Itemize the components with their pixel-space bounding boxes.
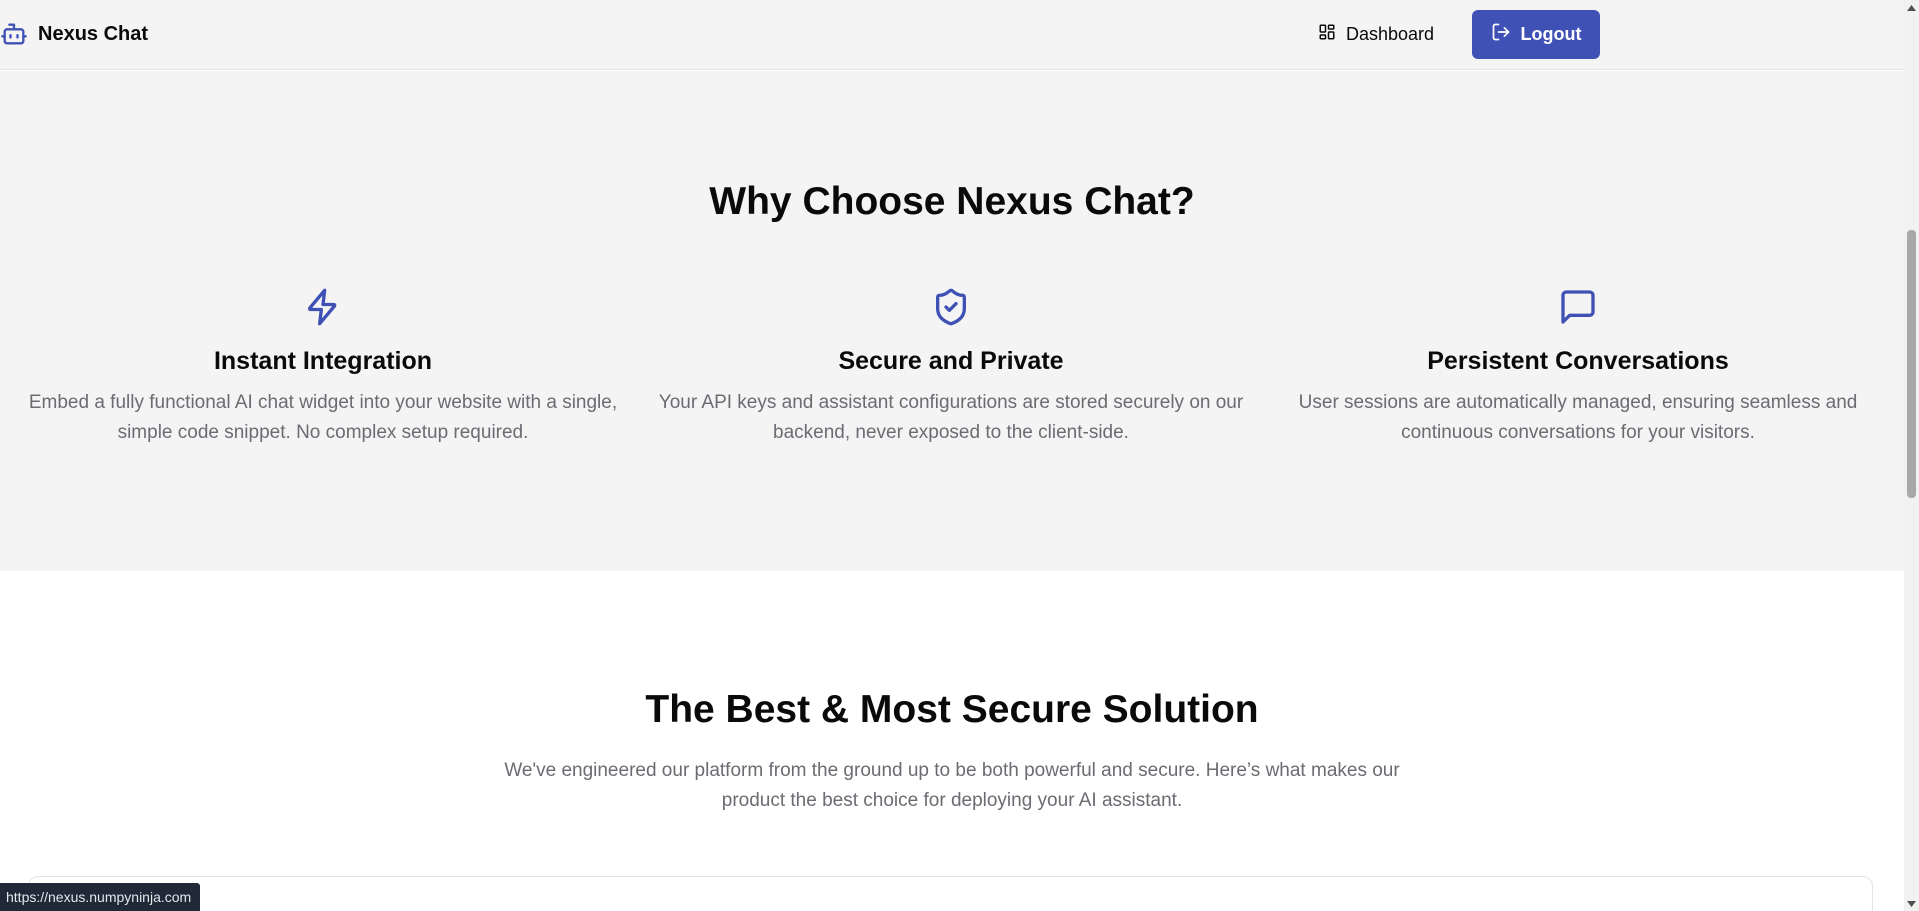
feature-card-security: Secure and Private Your API keys and ass…: [651, 285, 1251, 448]
features-heading: Why Choose Nexus Chat?: [709, 180, 1195, 223]
dashboard-label: Dashboard: [1346, 23, 1435, 44]
feature-card-integration: Instant Integration Embed a fully functi…: [23, 285, 623, 448]
layout-dashboard-icon: [1318, 23, 1336, 46]
feature-title: Persistent Conversations: [1427, 347, 1729, 375]
shield-check-icon: [929, 285, 973, 329]
brand-name: Nexus Chat: [38, 22, 149, 45]
page-scrollbar[interactable]: [1904, 0, 1919, 911]
brand-link[interactable]: Nexus Chat: [0, 18, 148, 50]
feature-title: Secure and Private: [838, 347, 1064, 375]
feature-description: Embed a fully functional AI chat widget …: [28, 392, 618, 443]
dashboard-link[interactable]: Dashboard: [1310, 16, 1442, 52]
log-out-icon: [1491, 22, 1511, 47]
zap-icon: [301, 285, 345, 329]
feature-description: User sessions are automatically managed,…: [1298, 392, 1858, 443]
top-navbar: Nexus Chat Dashboard Logout: [0, 0, 1904, 70]
scroll-up-arrow-icon[interactable]: [1904, 0, 1919, 15]
bot-icon: [0, 20, 28, 48]
scroll-down-arrow-icon[interactable]: [1904, 896, 1919, 911]
feature-title: Instant Integration: [213, 347, 433, 375]
features-section: Why Choose Nexus Chat? Instant Integrati…: [0, 71, 1904, 571]
secure-heading: The Best & Most Secure Solution: [645, 688, 1259, 731]
message-square-icon: [1556, 285, 1600, 329]
status-url-tooltip: https://nexus.numpyninja.com: [0, 883, 201, 911]
logout-label: Logout: [1520, 24, 1582, 44]
comparison-card: [28, 876, 1873, 911]
page: Nexus Chat Dashboard Logout Why Choose N…: [0, 0, 1904, 911]
scroll-thumb[interactable]: [1907, 230, 1916, 498]
secure-subtitle: We've engineered our platform from the g…: [504, 760, 1400, 811]
logout-button[interactable]: Logout: [1472, 10, 1600, 59]
feature-description: Your API keys and assistant configuratio…: [658, 392, 1244, 443]
feature-card-conversations: Persistent Conversations User sessions a…: [1278, 285, 1878, 448]
